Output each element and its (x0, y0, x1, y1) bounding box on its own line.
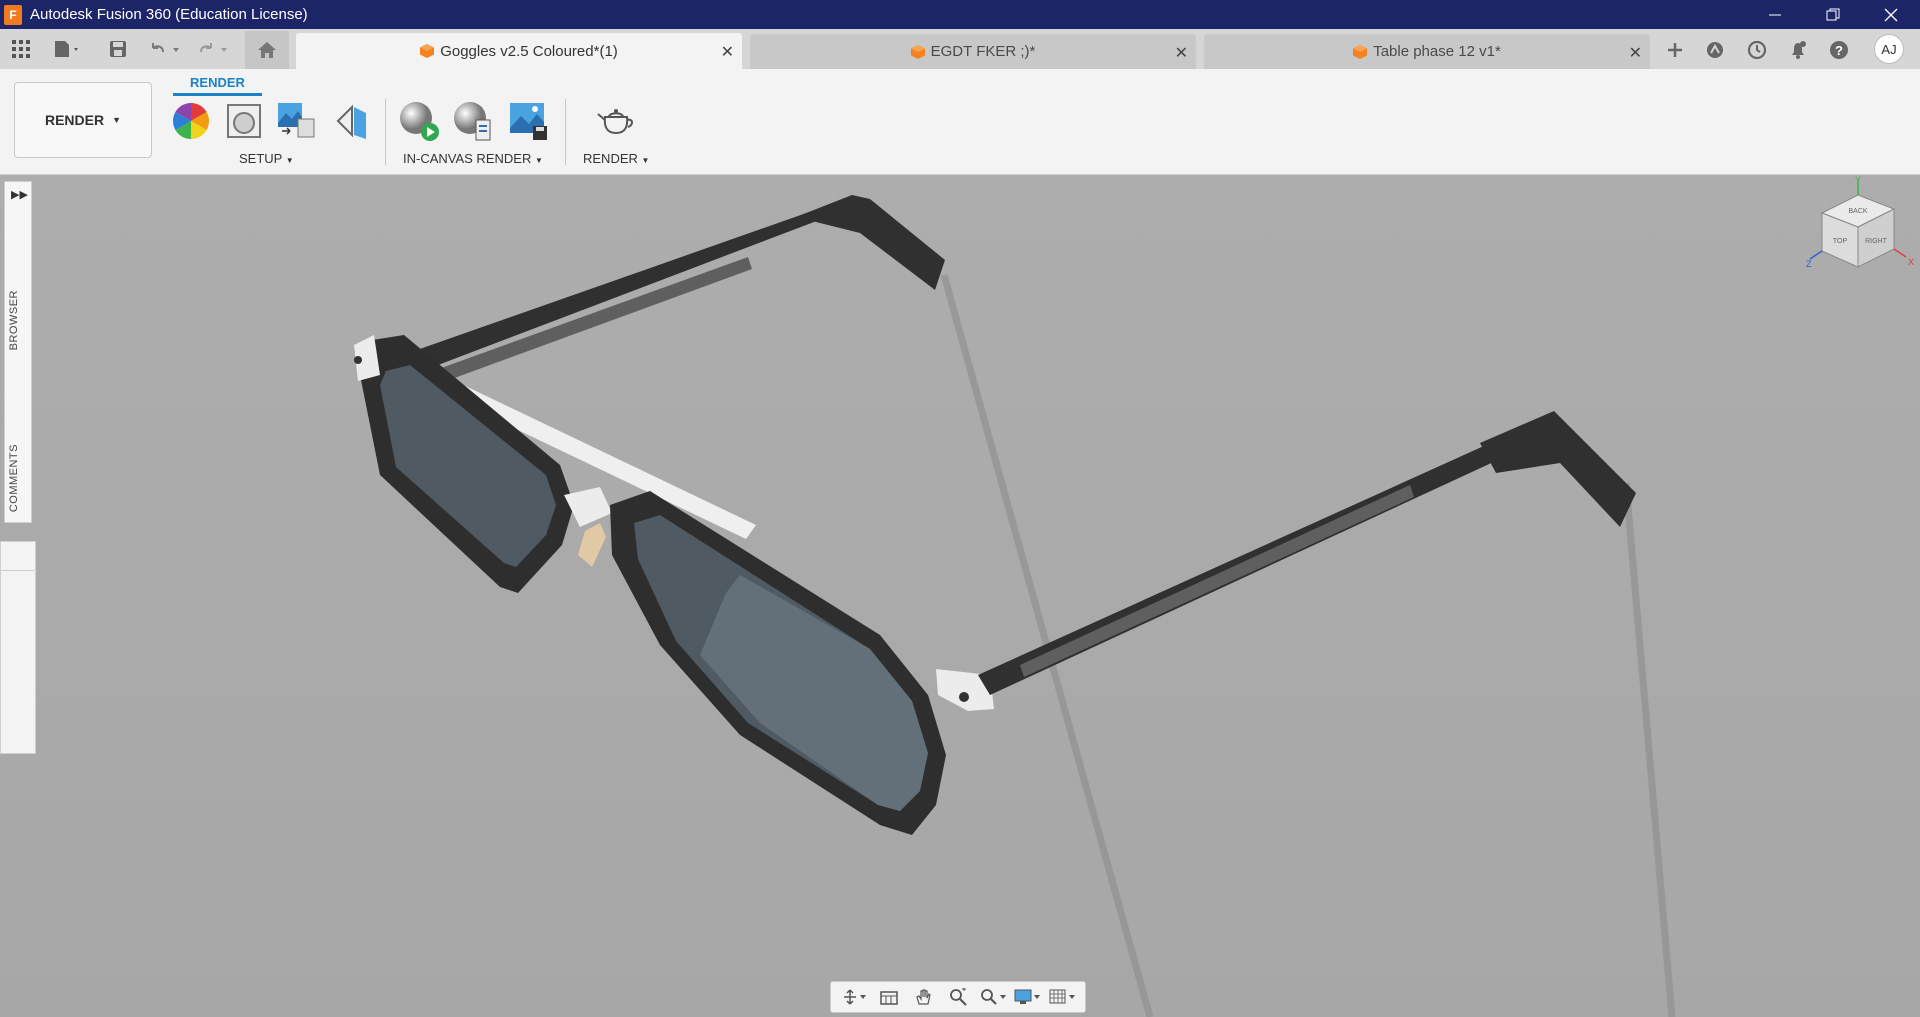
render-tool[interactable] (595, 99, 639, 143)
tab-egdt[interactable]: EGDT FKER ;)* ✕ (750, 34, 1196, 69)
close-tab-icon[interactable]: ✕ (721, 42, 734, 62)
canvas-viewport[interactable]: ▶▶ BROWSER COMMENTS BACK TOP RIGHT Y Z X (0, 175, 1920, 1017)
browser-panel-toggle[interactable]: BROWSER (8, 290, 28, 350)
tab-render[interactable]: RENDER (173, 75, 262, 96)
render-sphere-play-icon (400, 102, 439, 141)
appearance-tool[interactable] (169, 99, 213, 143)
tab-goggles[interactable]: Goggles v2.5 Coloured*(1) ✕ (296, 33, 742, 69)
decal-icon (336, 104, 366, 139)
toolbar: RENDER ▼ RENDER SETUP ▼ IN-CANVAS RENDER… (0, 69, 1920, 175)
component-cube-icon (1353, 44, 1368, 59)
in-canvas-render-group-label[interactable]: IN-CANVAS RENDER ▼ (403, 151, 543, 166)
color-wheel-icon (172, 103, 210, 139)
user-avatar[interactable]: AJ (1874, 34, 1904, 64)
tab-table-phase[interactable]: Table phase 12 v1* ✕ (1204, 34, 1650, 69)
data-panel-grid-icon[interactable] (6, 29, 36, 69)
side-panel: ▶▶ BROWSER COMMENTS (4, 181, 32, 523)
new-tab-plus-icon[interactable] (1658, 34, 1692, 66)
pan-hand-icon[interactable] (910, 984, 936, 1010)
display-settings-icon[interactable] (1014, 984, 1041, 1010)
scene-settings-tool[interactable] (222, 99, 266, 143)
svg-text:?: ? (1835, 43, 1843, 58)
workspace-label: RENDER (44, 112, 105, 128)
component-cube-icon (910, 44, 925, 59)
dropdown-arrow-icon: ▼ (112, 115, 122, 125)
texture-map-icon (278, 103, 315, 138)
viewcube-face-top: TOP (1833, 238, 1848, 245)
undo-icon[interactable] (146, 29, 184, 69)
close-window-button[interactable] (1862, 0, 1920, 29)
tab-label: Table phase 12 v1* (1373, 43, 1501, 60)
capture-image-tool[interactable] (506, 99, 550, 143)
grid-snaps-icon[interactable] (1049, 984, 1075, 1010)
viewcube-face-back: BACK (1848, 208, 1867, 215)
comments-panel-toggle[interactable]: COMMENTS (8, 444, 28, 512)
tab-label: Goggles v2.5 Coloured*(1) (440, 42, 618, 60)
workspace-switcher[interactable]: RENDER ▼ (14, 82, 152, 158)
tab-label: EGDT FKER ;)* (930, 43, 1036, 60)
toolbar-separator (565, 99, 566, 165)
decal-tool[interactable] (330, 99, 374, 143)
axis-z-label: Z (1806, 259, 1812, 269)
teapot-icon (597, 109, 633, 135)
orbit-icon[interactable] (841, 984, 867, 1010)
help-icon[interactable]: ? (1822, 34, 1856, 66)
component-cube-icon (420, 44, 435, 58)
title-bar: F Autodesk Fusion 360 (Education License… (0, 0, 1920, 29)
capture-image-icon (510, 103, 547, 140)
render-group-label[interactable]: RENDER ▼ (583, 151, 649, 166)
toolbar-separator (385, 99, 386, 165)
fit-zoom-icon[interactable] (980, 984, 1006, 1010)
look-at-icon[interactable] (876, 984, 902, 1010)
viewcube[interactable]: BACK TOP RIGHT Y Z X (1806, 175, 1920, 285)
job-status-clock-icon[interactable] (1740, 34, 1774, 66)
in-canvas-render-settings-tool[interactable] (451, 99, 495, 143)
redo-icon[interactable] (194, 29, 232, 69)
notifications-bell-icon[interactable] (1781, 34, 1815, 66)
setup-group-label[interactable]: SETUP ▼ (239, 151, 294, 166)
fusion-logo-icon: F (4, 4, 22, 25)
home-icon[interactable] (245, 31, 289, 69)
viewcube-face-right: RIGHT (1865, 238, 1888, 245)
collapsed-panel[interactable] (0, 541, 37, 754)
close-tab-icon[interactable]: ✕ (1629, 43, 1642, 63)
expand-panel-icon[interactable]: ▶▶ (11, 188, 28, 201)
axis-x-label: X (1908, 257, 1914, 267)
navigation-bar (830, 981, 1086, 1013)
goggles-3d-model[interactable] (0, 175, 1920, 1017)
window-title: Autodesk Fusion 360 (Education License) (30, 6, 308, 23)
render-settings-icon (454, 102, 491, 141)
scene-settings-icon (227, 104, 261, 138)
extensions-icon[interactable] (1698, 34, 1732, 66)
axis-y-label: Y (1855, 175, 1861, 185)
zoom-icon[interactable] (945, 984, 971, 1010)
file-menu-icon[interactable] (46, 29, 86, 69)
save-icon[interactable] (104, 29, 132, 69)
tab-strip: Goggles v2.5 Coloured*(1) ✕ EGDT FKER ;)… (0, 29, 1920, 69)
in-canvas-render-tool[interactable] (397, 99, 441, 143)
texture-map-controls-tool[interactable] (275, 99, 319, 143)
restore-button[interactable] (1804, 0, 1862, 29)
minimize-button[interactable] (1746, 0, 1804, 29)
close-tab-icon[interactable]: ✕ (1175, 43, 1188, 63)
